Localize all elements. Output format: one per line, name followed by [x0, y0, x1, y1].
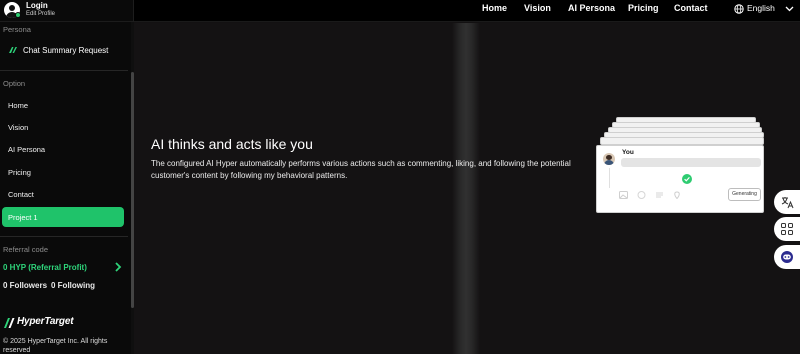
login-area[interactable]: Login Edit Profile: [0, 0, 133, 22]
sidebar-item-contact[interactable]: Contact: [0, 184, 128, 204]
hypertarget-logo[interactable]: HyperTarget: [3, 316, 93, 330]
divider: [0, 70, 128, 71]
image-icon: [619, 191, 628, 199]
user-avatar-icon: [603, 153, 615, 165]
stacked-card: [600, 137, 764, 145]
sidebar: Login Edit Profile Persona Chat Summary …: [0, 0, 134, 354]
following-count[interactable]: 0 Following: [51, 281, 95, 290]
hero-title: AI thinks and acts like you: [151, 136, 313, 152]
persona-section-title: Persona: [3, 25, 31, 34]
topnav-home[interactable]: Home: [482, 3, 507, 13]
chevron-right-icon[interactable]: [114, 262, 122, 272]
language-selector[interactable]: English: [747, 3, 775, 13]
apps-button[interactable]: [774, 217, 800, 241]
sidebar-item-label: Vision: [8, 123, 29, 132]
emoji-icon: [637, 191, 646, 199]
globe-icon[interactable]: [734, 4, 744, 14]
topnav-vision[interactable]: Vision: [524, 3, 551, 13]
sidebar-item-label: Home: [8, 101, 29, 110]
hero-description: The configured AI Hyper automatically pe…: [151, 159, 571, 180]
logo-text: HyperTarget: [17, 316, 74, 327]
divider: [0, 236, 128, 237]
chat-assistant-button[interactable]: [774, 245, 800, 269]
sidebar-item-pricing[interactable]: Pricing: [0, 162, 128, 182]
online-status-dot: [15, 12, 21, 18]
sidebar-item-label: Project 1: [8, 213, 38, 222]
ai-comment-card: You Generating: [596, 145, 764, 213]
option-section-title: Option: [3, 79, 26, 88]
referral-profit-link[interactable]: 0 HYP (Referral Profit): [3, 263, 87, 272]
app-root: Login Edit Profile Persona Chat Summary …: [0, 0, 800, 354]
card-user-label: You: [622, 149, 634, 156]
logo-mark-icon: [4, 318, 15, 328]
sidebar-item-vision[interactable]: Vision: [0, 117, 128, 137]
persona-item-chat-summary[interactable]: Chat Summary Request: [0, 40, 128, 60]
topnav-contact[interactable]: Contact: [674, 3, 708, 13]
topnav-ai-persona[interactable]: AI Persona: [568, 3, 615, 13]
thread-line: [609, 168, 610, 188]
edit-profile-link[interactable]: Edit Profile: [26, 11, 55, 17]
generating-button: Generating: [728, 188, 761, 201]
grid-icon: [781, 223, 793, 235]
copyright-text: © 2025 HyperTarget Inc. All rights reser…: [3, 338, 108, 354]
location-icon: [674, 191, 680, 199]
followers-count[interactable]: 0 Followers: [3, 281, 47, 290]
leaf-logo-icon: [9, 47, 17, 53]
comment-placeholder-bar: [621, 158, 761, 167]
translate-button[interactable]: [774, 190, 800, 214]
chat-bot-icon: [781, 251, 793, 263]
top-navigation: Home Vision AI Persona Pricing Contact E…: [134, 0, 800, 22]
translate-icon: [781, 197, 794, 209]
sidebar-item-label: Contact: [8, 190, 34, 199]
sidebar-item-project-1[interactable]: Project 1: [2, 207, 124, 227]
sidebar-item-label: AI Persona: [8, 145, 46, 154]
main-content: AI thinks and acts like you The configur…: [134, 23, 800, 354]
chevron-down-icon[interactable]: [785, 6, 794, 12]
list-icon: [656, 192, 663, 198]
persona-item-label: Chat Summary Request: [23, 46, 109, 55]
login-link[interactable]: Login: [26, 1, 48, 10]
sidebar-item-label: Pricing: [8, 168, 31, 177]
sidebar-item-ai-persona[interactable]: AI Persona: [0, 139, 128, 159]
sidebar-item-home[interactable]: Home: [0, 95, 128, 115]
topnav-pricing[interactable]: Pricing: [628, 3, 659, 13]
background-blur-band: [452, 23, 480, 354]
check-circle-icon: [682, 174, 692, 184]
referral-section-title: Referral code: [3, 245, 49, 254]
